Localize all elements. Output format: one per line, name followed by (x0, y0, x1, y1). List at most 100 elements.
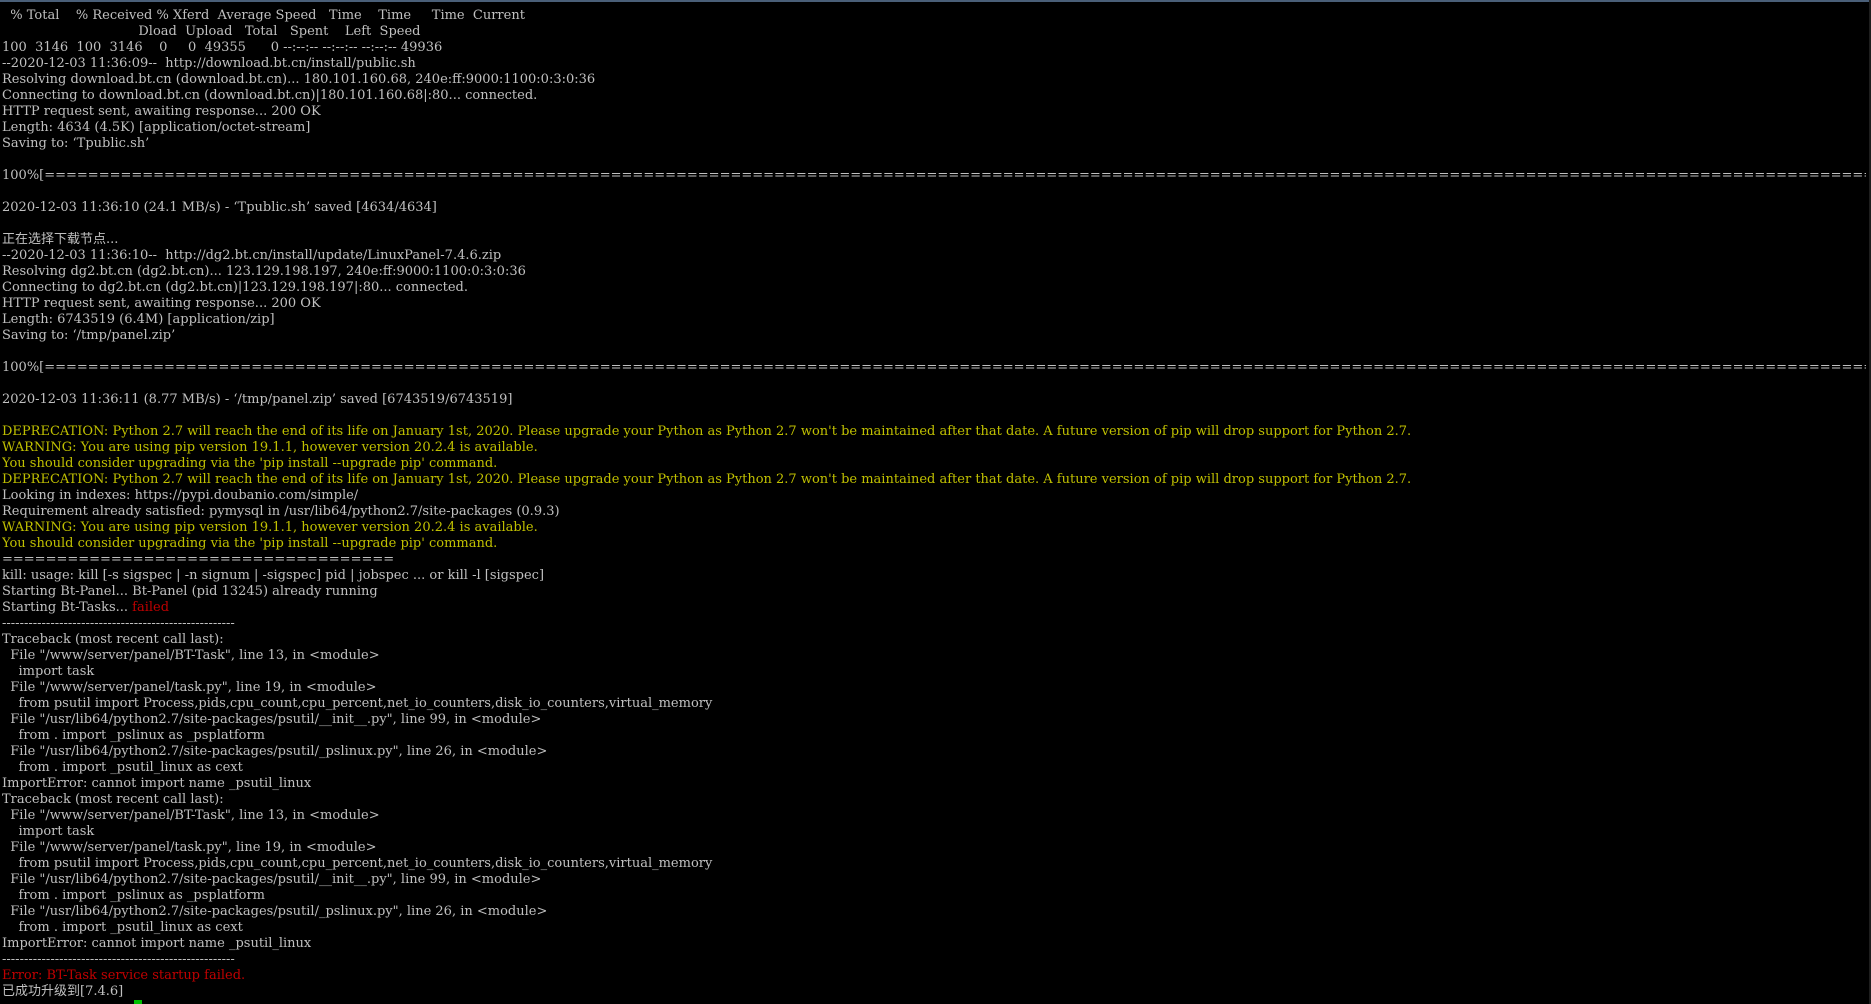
terminal-line-text: 100 3146 100 3146 0 0 49355 0 --:--:-- -… (2, 40, 443, 55)
terminal-line: Starting Bt-Panel... Bt-Panel (pid 13245… (2, 584, 1866, 600)
terminal-line-text: File "/www/server/panel/BT-Task", line 1… (2, 648, 380, 663)
terminal-line-text: from . import _psutil_linux as cext (2, 920, 243, 935)
terminal-line-text: Traceback (most recent call last): (2, 792, 224, 807)
terminal-line: from . import _psutil_linux as cext (2, 920, 1866, 936)
terminal-line: --2020-12-03 11:36:09-- http://download.… (2, 56, 1866, 72)
terminal-line: Traceback (most recent call last): (2, 792, 1866, 808)
terminal-line: File "/www/server/panel/BT-Task", line 1… (2, 808, 1866, 824)
terminal-line-text: HTTP request sent, awaiting response... … (2, 104, 321, 119)
terminal-line: WARNING: You are using pip version 19.1.… (2, 520, 1866, 536)
terminal-line-text: Dload Upload Total Spent Left Speed (2, 24, 421, 39)
terminal-line: HTTP request sent, awaiting response... … (2, 296, 1866, 312)
terminal-line: ImportError: cannot import name _psutil_… (2, 936, 1866, 952)
terminal-line-text: Resolving dg2.bt.cn (dg2.bt.cn)... 123.1… (2, 264, 526, 279)
terminal-line-text: Saving to: ‘/tmp/panel.zip’ (2, 328, 176, 343)
terminal-line: Looking in indexes: https://pypi.doubani… (2, 488, 1866, 504)
terminal-line-text: Starting Bt-Tasks... (2, 600, 133, 615)
terminal-line: import task (2, 664, 1866, 680)
terminal-line: from psutil import Process,pids,cpu_coun… (2, 856, 1866, 872)
terminal-line: from . import _pslinux as _psplatform (2, 728, 1866, 744)
terminal-line-text: File "/www/server/panel/task.py", line 1… (2, 680, 377, 695)
terminal-line: Saving to: ‘Tpublic.sh’ (2, 136, 1866, 152)
terminal-line: DEPRECATION: Python 2.7 will reach the e… (2, 472, 1866, 488)
text-cursor (134, 1000, 143, 1004)
terminal-line-text: 已成功升级到[7.4.6] (2, 984, 124, 999)
terminal-line-text: 正在选择下载节点... (2, 232, 119, 247)
terminal-line-text: DEPRECATION: Python 2.7 will reach the e… (2, 472, 1412, 487)
terminal-line: Connecting to dg2.bt.cn (dg2.bt.cn)|123.… (2, 280, 1866, 296)
terminal-line-text: import task (2, 824, 95, 839)
terminal-line-text: File "/www/server/panel/task.py", line 1… (2, 840, 377, 855)
terminal-line-text: WARNING: You are using pip version 19.1.… (2, 520, 538, 535)
terminal-line-text: import task (2, 664, 95, 679)
terminal-line-text: File "/usr/lib64/python2.7/site-packages… (2, 744, 548, 759)
status-failed-text: failed (132, 600, 170, 615)
terminal-output[interactable]: % Total % Received % Xferd Average Speed… (2, 8, 1866, 1004)
window-top-border (0, 0, 1871, 2)
terminal-line: Dload Upload Total Spent Left Speed (2, 24, 1866, 40)
terminal-line: You should consider upgrading via the 'p… (2, 456, 1866, 472)
terminal-line-text: Connecting to dg2.bt.cn (dg2.bt.cn)|123.… (2, 280, 468, 295)
terminal-line: File "/www/server/panel/BT-Task", line 1… (2, 648, 1866, 664)
terminal-line: 2020-12-03 11:36:10 (24.1 MB/s) - ‘Tpubl… (2, 200, 1866, 216)
terminal-line-text: Requirement already satisfied: pymysql i… (2, 504, 560, 519)
terminal-line: Traceback (most recent call last): (2, 632, 1866, 648)
terminal-line-text: % Total % Received % Xferd Average Speed… (2, 8, 525, 23)
terminal-line: % Total % Received % Xferd Average Speed… (2, 8, 1866, 24)
terminal-line: from . import _pslinux as _psplatform (2, 888, 1866, 904)
terminal-line: from psutil import Process,pids,cpu_coun… (2, 696, 1866, 712)
terminal-line-text: 100%[===================================… (2, 168, 1866, 183)
terminal-line: import task (2, 824, 1866, 840)
terminal-line-text: 2020-12-03 11:36:10 (24.1 MB/s) - ‘Tpubl… (2, 200, 437, 215)
terminal-line-text: Traceback (most recent call last): (2, 632, 224, 647)
terminal-line: 2020-12-03 11:36:11 (8.77 MB/s) - ‘/tmp/… (2, 392, 1866, 408)
terminal-line: File "/www/server/panel/task.py", line 1… (2, 680, 1866, 696)
terminal-line: from . import _psutil_linux as cext (2, 760, 1866, 776)
terminal-line-text: Saving to: ‘Tpublic.sh’ (2, 136, 150, 151)
terminal-line-text: kill: usage: kill [-s sigspec | -n signu… (2, 568, 545, 583)
terminal-line: Requirement already satisfied: pymysql i… (2, 504, 1866, 520)
terminal-line: Length: 6743519 (6.4M) [application/zip] (2, 312, 1866, 328)
terminal-line-text: Starting Bt-Panel... Bt-Panel (pid 13245… (2, 584, 378, 599)
terminal-line-text: 2020-12-03 11:36:11 (8.77 MB/s) - ‘/tmp/… (2, 392, 513, 407)
terminal-line-text: File "/usr/lib64/python2.7/site-packages… (2, 904, 548, 919)
terminal-line: File "/usr/lib64/python2.7/site-packages… (2, 904, 1866, 920)
terminal-line: Saving to: ‘/tmp/panel.zip’ (2, 328, 1866, 344)
terminal-line: ImportError: cannot import name _psutil_… (2, 776, 1866, 792)
terminal-line: File "/usr/lib64/python2.7/site-packages… (2, 712, 1866, 728)
terminal-line-text: You should consider upgrading via the 'p… (2, 456, 498, 471)
terminal-line-text: DEPRECATION: Python 2.7 will reach the e… (2, 424, 1412, 439)
terminal-line-text: Length: 4634 (4.5K) [application/octet-s… (2, 120, 311, 135)
terminal-line-text: from psutil import Process,pids,cpu_coun… (2, 696, 713, 711)
terminal-line-text: ----------------------------------------… (2, 616, 235, 631)
terminal-line-text: Looking in indexes: https://pypi.doubani… (2, 488, 359, 503)
terminal-line-text: from psutil import Process,pids,cpu_coun… (2, 856, 713, 871)
terminal-line: File "/usr/lib64/python2.7/site-packages… (2, 744, 1866, 760)
terminal-line: File "/www/server/panel/task.py", line 1… (2, 840, 1866, 856)
terminal-line: 100%[===================================… (2, 168, 1866, 184)
terminal-line: 已成功升级到[7.4.6] (2, 984, 1866, 1000)
terminal-line-text: Connecting to download.bt.cn (download.b… (2, 88, 538, 103)
prompt-line[interactable] (2, 1000, 1866, 1004)
terminal-line-text: File "/usr/lib64/python2.7/site-packages… (2, 712, 542, 727)
terminal-line-text: File "/usr/lib64/python2.7/site-packages… (2, 872, 542, 887)
terminal-line: --2020-12-03 11:36:10-- http://dg2.bt.cn… (2, 248, 1866, 264)
terminal-line-text: ----------------------------------------… (2, 952, 235, 967)
terminal-line: 正在选择下载节点... (2, 232, 1866, 248)
terminal-line: kill: usage: kill [-s sigspec | -n signu… (2, 568, 1866, 584)
terminal-line-text: WARNING: You are using pip version 19.1.… (2, 440, 538, 455)
terminal-line: Resolving dg2.bt.cn (dg2.bt.cn)... 123.1… (2, 264, 1866, 280)
terminal-line-text: --2020-12-03 11:36:09-- http://download.… (2, 56, 416, 71)
terminal-line: Length: 4634 (4.5K) [application/octet-s… (2, 120, 1866, 136)
terminal-line: 100%[===================================… (2, 360, 1866, 376)
terminal-line: Error: BT-Task service startup failed. (2, 968, 1866, 984)
terminal-line-text: ==================================== (2, 552, 395, 567)
terminal-line: Resolving download.bt.cn (download.bt.cn… (2, 72, 1866, 88)
terminal-line-text: --2020-12-03 11:36:10-- http://dg2.bt.cn… (2, 248, 502, 263)
terminal-line-text: 100%[===================================… (2, 360, 1866, 375)
